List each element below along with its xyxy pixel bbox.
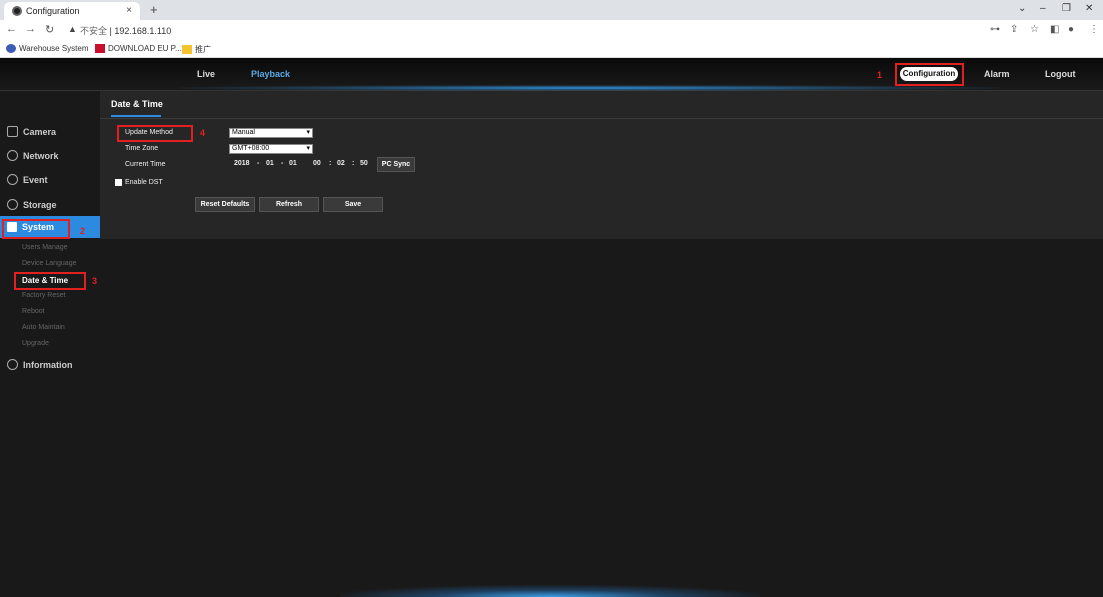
annotation-number: 2 (80, 226, 86, 236)
highlight-box-2 (2, 219, 70, 239)
annotation-number: 4 (200, 128, 206, 138)
submenu-device-language[interactable]: Device Language (22, 260, 77, 267)
date-separator: - (257, 160, 260, 167)
sidebar-item-camera[interactable]: Camera (7, 126, 56, 137)
select-value: GMT+08:00 (232, 145, 270, 152)
time-separator: : (352, 160, 355, 167)
bookmark-label: 推广 (195, 45, 211, 54)
reload-icon[interactable]: ↻ (45, 23, 54, 36)
new-tab-button[interactable]: + (150, 3, 158, 16)
pc-sync-button[interactable]: PC Sync (377, 157, 415, 172)
share-icon[interactable]: ⇪ (1010, 24, 1018, 35)
sidebar-item-storage[interactable]: Storage (7, 199, 57, 210)
minimize-icon[interactable]: – (1040, 3, 1046, 14)
nav-live[interactable]: Live (197, 69, 215, 79)
year-field[interactable]: 2018 (234, 160, 250, 167)
bookmark-star-icon[interactable]: ☆ (1030, 24, 1039, 35)
browser-tabstrip: Configuration × + ⌄ – ❐ ✕ (0, 0, 1103, 20)
chevron-down-icon: ▾ (306, 129, 310, 136)
info-icon (7, 359, 18, 370)
globe-icon (6, 44, 16, 53)
sidebar-item-event[interactable]: Event (7, 174, 48, 185)
nav-logout[interactable]: Logout (1045, 69, 1076, 79)
bookmark-folder[interactable]: 推广 (182, 44, 211, 55)
tab-favicon-icon (12, 6, 22, 16)
current-time-label: Current Time (125, 161, 166, 168)
nav-playback[interactable]: Playback (251, 69, 290, 79)
submenu-upgrade[interactable]: Upgrade (22, 340, 49, 347)
nav-alarm[interactable]: Alarm (984, 69, 1010, 79)
date-separator: - (281, 160, 284, 167)
update-method-select[interactable]: Manual ▾ (229, 128, 313, 138)
sidebar-label: Information (23, 359, 73, 370)
bottom-glow (340, 585, 760, 597)
bookmarks-bar: Warehouse System DOWNLOAD EU P... 推广 (0, 40, 1103, 58)
submenu-auto-maintain[interactable]: Auto Maintain (22, 324, 65, 331)
date-time-panel: Date & Time Update Method Manual ▾ Time … (100, 91, 1103, 239)
enable-dst-label: Enable DST (125, 179, 163, 186)
menu-icon[interactable]: ⋮ (1089, 24, 1099, 35)
chevron-down-icon: ▾ (306, 145, 310, 152)
refresh-button[interactable]: Refresh (259, 197, 319, 212)
bookmark-download[interactable]: DOWNLOAD EU P... (95, 44, 182, 53)
sidebar-label: Event (23, 174, 48, 185)
brand-logo-icon (95, 44, 105, 53)
page-title: Date & Time (111, 99, 163, 109)
tab-close-icon[interactable]: × (126, 5, 132, 16)
submenu-factory-reset[interactable]: Factory Reset (22, 292, 66, 299)
camera-icon (7, 126, 18, 137)
annotation-number: 3 (92, 276, 98, 286)
profile-icon[interactable]: ● (1068, 24, 1074, 35)
hour-field[interactable]: 00 (313, 160, 321, 167)
time-zone-select[interactable]: GMT+08:00 ▾ (229, 144, 313, 154)
select-value: Manual (232, 129, 255, 136)
annotation-number: 1 (877, 70, 883, 80)
sidebar-label: Network (23, 150, 59, 161)
submenu-users-manage[interactable]: Users Manage (22, 244, 68, 251)
highlight-box-1 (895, 63, 964, 86)
highlight-box-4 (117, 125, 193, 142)
sidebar-label: Storage (23, 199, 57, 210)
sidebar-item-network[interactable]: Network (7, 150, 59, 161)
url-text: 192.168.1.110 (114, 26, 172, 36)
time-zone-label: Time Zone (125, 145, 159, 152)
bookmark-label: DOWNLOAD EU P... (108, 44, 182, 53)
highlight-box-3 (14, 272, 86, 290)
address-bar: ← → ↻ ▲ 不安全 | 192.168.1.110 ⊶ ⇪ ☆ ◧ ● ⋮ (0, 20, 1103, 40)
network-icon (7, 150, 18, 161)
storage-cloud-icon (7, 199, 18, 210)
insecure-warning-icon[interactable]: ▲ (68, 24, 77, 34)
sidepanel-icon[interactable]: ◧ (1050, 24, 1059, 35)
forward-icon[interactable]: → (25, 23, 36, 35)
month-field[interactable]: 01 (266, 160, 274, 167)
enable-dst-checkbox[interactable] (115, 179, 122, 186)
bookmark-label: Warehouse System (19, 44, 89, 53)
submenu-reboot[interactable]: Reboot (22, 308, 45, 315)
event-icon (7, 174, 18, 185)
tab-search-icon[interactable]: ⌄ (1018, 3, 1026, 14)
bookmark-warehouse[interactable]: Warehouse System (6, 44, 89, 53)
divider (100, 118, 1103, 119)
sidebar-label: Camera (23, 126, 57, 137)
close-window-icon[interactable]: ✕ (1085, 3, 1093, 14)
folder-icon (182, 45, 192, 54)
restore-icon[interactable]: ❐ (1062, 3, 1071, 14)
time-separator: : (329, 160, 332, 167)
tab-title: Configuration (26, 6, 80, 16)
minute-field[interactable]: 02 (337, 160, 345, 167)
sidebar-item-information[interactable]: Information (7, 359, 73, 370)
back-icon[interactable]: ← (6, 23, 17, 35)
save-button[interactable]: Save (323, 197, 383, 212)
title-underline (111, 115, 161, 117)
browser-tab[interactable]: Configuration × (4, 2, 140, 20)
insecure-label: 不安全 (80, 26, 108, 36)
second-field[interactable]: 50 (360, 160, 368, 167)
url-field[interactable]: 不安全 | 192.168.1.110 (80, 24, 171, 37)
key-icon[interactable]: ⊶ (990, 24, 1000, 35)
sidebar (0, 91, 100, 597)
reset-defaults-button[interactable]: Reset Defaults (195, 197, 255, 212)
day-field[interactable]: 01 (289, 160, 297, 167)
